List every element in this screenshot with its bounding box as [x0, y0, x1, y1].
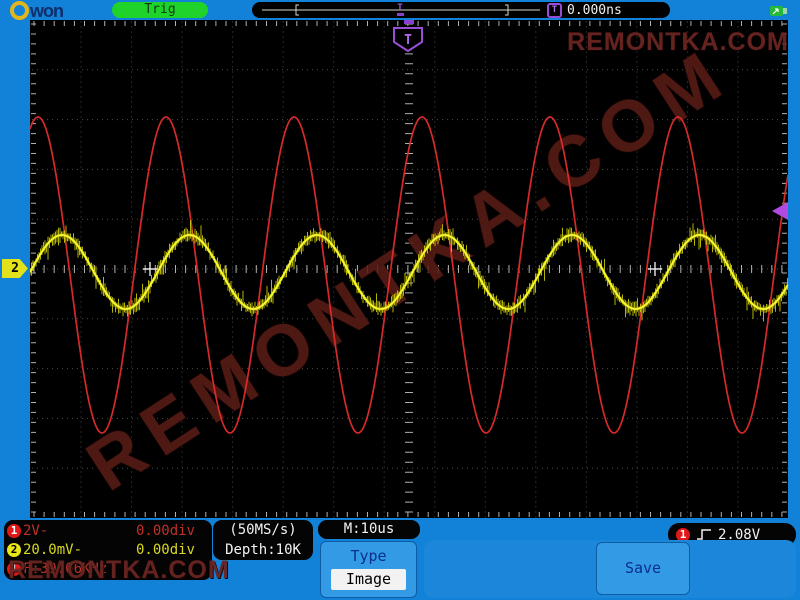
trig-status-badge: Trig — [112, 2, 208, 18]
owon-logo: won — [10, 0, 64, 21]
channel1-badge: 1 — [7, 523, 21, 538]
waveform-traces — [28, 116, 790, 434]
graticule-area: REMONTKA.COM REMONTKA.COM T — [28, 20, 790, 518]
oscilloscope-screen: won Trig T T 0.000ns REMONTKA.COM REMONT… — [0, 0, 800, 600]
channel1-scale: 2V- — [23, 522, 49, 539]
cursor-cross-right-icon — [648, 262, 662, 276]
save-button[interactable]: Save — [596, 542, 690, 595]
waveform-display: REMONTKA.COM REMONTKA.COM T — [28, 20, 790, 518]
channel2-badge: 2 — [7, 542, 21, 557]
trigger-position-t-marker: T — [397, 3, 403, 13]
watermark-diagonal: REMONTKA.COM — [74, 32, 745, 506]
menu-type-label: Type — [350, 547, 387, 565]
trigger-position-bar: T — [252, 2, 588, 18]
trigger-horizontal-marker-label: T — [404, 33, 412, 48]
acquisition-panel: (50MS/s) Depth:10K — [213, 520, 313, 560]
owon-logo-text: won — [30, 0, 64, 21]
channel1-offset: 0.00div — [135, 522, 195, 539]
watermark-bottom-left: REMONTKA.COM — [8, 556, 230, 584]
menu-type-selector[interactable]: Type Image — [320, 541, 417, 598]
timebase-readout: M:10us — [318, 520, 420, 539]
trigger-position-ruler: T — [262, 3, 578, 16]
trigger-time-value: 0.000ns — [567, 2, 622, 18]
owon-ring-icon — [10, 1, 29, 20]
trigger-top-tick — [404, 20, 414, 24]
trigger-time-icon: T — [547, 2, 562, 18]
trigger-position-tick — [397, 13, 404, 16]
top-bar: won Trig T T 0.000ns — [0, 0, 800, 20]
trigger-time-readout: T 0.000ns — [540, 2, 670, 18]
channel1-readout: 1 2V- 0.00div — [7, 521, 209, 540]
channel2-position-flag: 2 — [2, 259, 28, 278]
menu-type-value[interactable]: Image — [331, 569, 406, 590]
sample-rate: (50MS/s) — [229, 522, 297, 538]
trigger-level-arrow-icon — [772, 202, 788, 220]
